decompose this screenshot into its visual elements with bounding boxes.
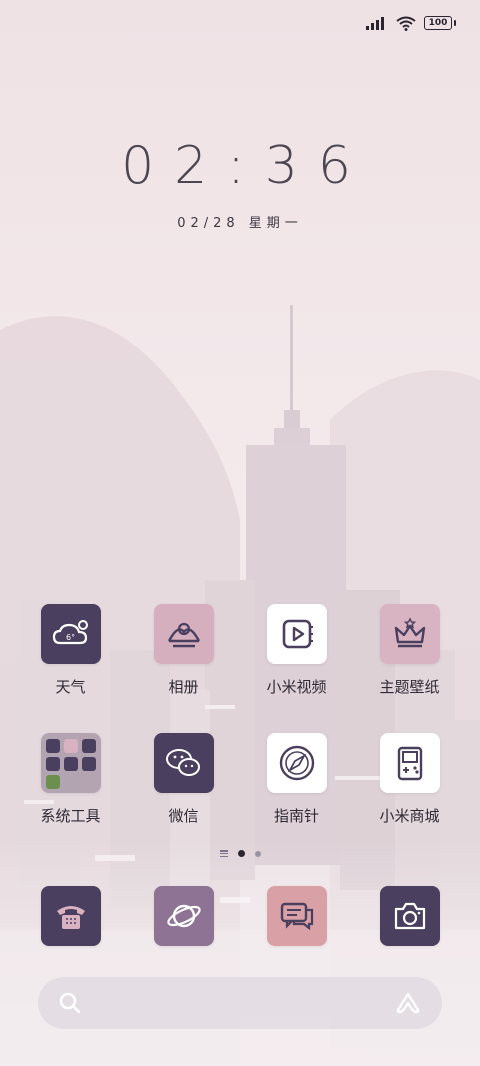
wifi-icon xyxy=(396,16,416,31)
weather-icon: 6° xyxy=(40,604,101,664)
scanner-mini-icon xyxy=(81,739,96,753)
app-compass[interactable]: 指南针 xyxy=(240,733,353,826)
weather-temp: 6° xyxy=(66,633,75,642)
app-weather[interactable]: 6° 天气 xyxy=(14,604,127,697)
app-mi-video[interactable]: 小米视频 xyxy=(240,604,353,697)
gameboy-icon xyxy=(379,733,440,793)
calculator-mini-icon xyxy=(45,775,60,789)
status-bar: 100 xyxy=(366,10,456,36)
app-label: 指南针 xyxy=(273,807,319,825)
phone-icon xyxy=(40,886,101,946)
dock-browser[interactable] xyxy=(127,886,240,946)
app-row-1: 6° 天气 相册 小米视频 主题壁纸 xyxy=(14,604,466,697)
clock-date: 02/28 星期一 xyxy=(177,216,303,231)
app-label: 相册 xyxy=(168,678,199,696)
app-drawer-indicator-icon xyxy=(219,850,228,857)
app-themes[interactable]: 主题壁纸 xyxy=(353,604,466,697)
search-icon xyxy=(59,992,81,1014)
gallery-icon xyxy=(153,604,214,664)
battery-level: 100 xyxy=(428,18,448,28)
audio-mini-icon xyxy=(45,757,60,771)
app-label: 小米商城 xyxy=(379,807,440,825)
notes-mini-icon xyxy=(81,757,96,771)
folder-system-tools[interactable]: 系统工具 xyxy=(14,733,127,826)
mini-app-icon xyxy=(63,739,78,753)
recorder-mini-icon xyxy=(45,739,60,753)
video-icon xyxy=(266,604,327,664)
app-label: 系统工具 xyxy=(40,807,101,825)
dock-phone[interactable] xyxy=(14,886,127,946)
crown-icon xyxy=(379,604,440,664)
compass-icon xyxy=(266,733,327,793)
search-bar[interactable] xyxy=(38,977,442,1029)
folder-icon xyxy=(40,733,101,793)
battery-icon: 100 xyxy=(424,16,456,30)
app-wechat[interactable]: 微信 xyxy=(127,733,240,826)
messages-icon xyxy=(266,886,327,946)
clock-time: 02:36 xyxy=(121,136,371,196)
page-indicator[interactable] xyxy=(0,850,480,857)
clock-mini-icon xyxy=(63,757,78,771)
page-dot-active xyxy=(237,850,245,857)
page-dot xyxy=(254,850,261,857)
app-mi-store[interactable]: 小米商城 xyxy=(353,733,466,826)
app-row-2: 系统工具 微信 指南针 小米商城 xyxy=(14,733,466,826)
signal-icon xyxy=(366,17,384,30)
app-label: 小米视频 xyxy=(266,678,327,696)
dock-camera[interactable] xyxy=(353,886,466,946)
camera-icon xyxy=(379,886,440,946)
assistant-icon[interactable] xyxy=(394,991,422,1015)
app-label: 天气 xyxy=(55,678,86,696)
app-label: 主题壁纸 xyxy=(379,678,440,696)
app-gallery[interactable]: 相册 xyxy=(127,604,240,697)
wechat-icon xyxy=(153,733,214,793)
dock-messages[interactable] xyxy=(240,886,353,946)
app-label: 微信 xyxy=(168,807,199,825)
dock xyxy=(14,886,466,946)
browser-icon xyxy=(153,886,214,946)
